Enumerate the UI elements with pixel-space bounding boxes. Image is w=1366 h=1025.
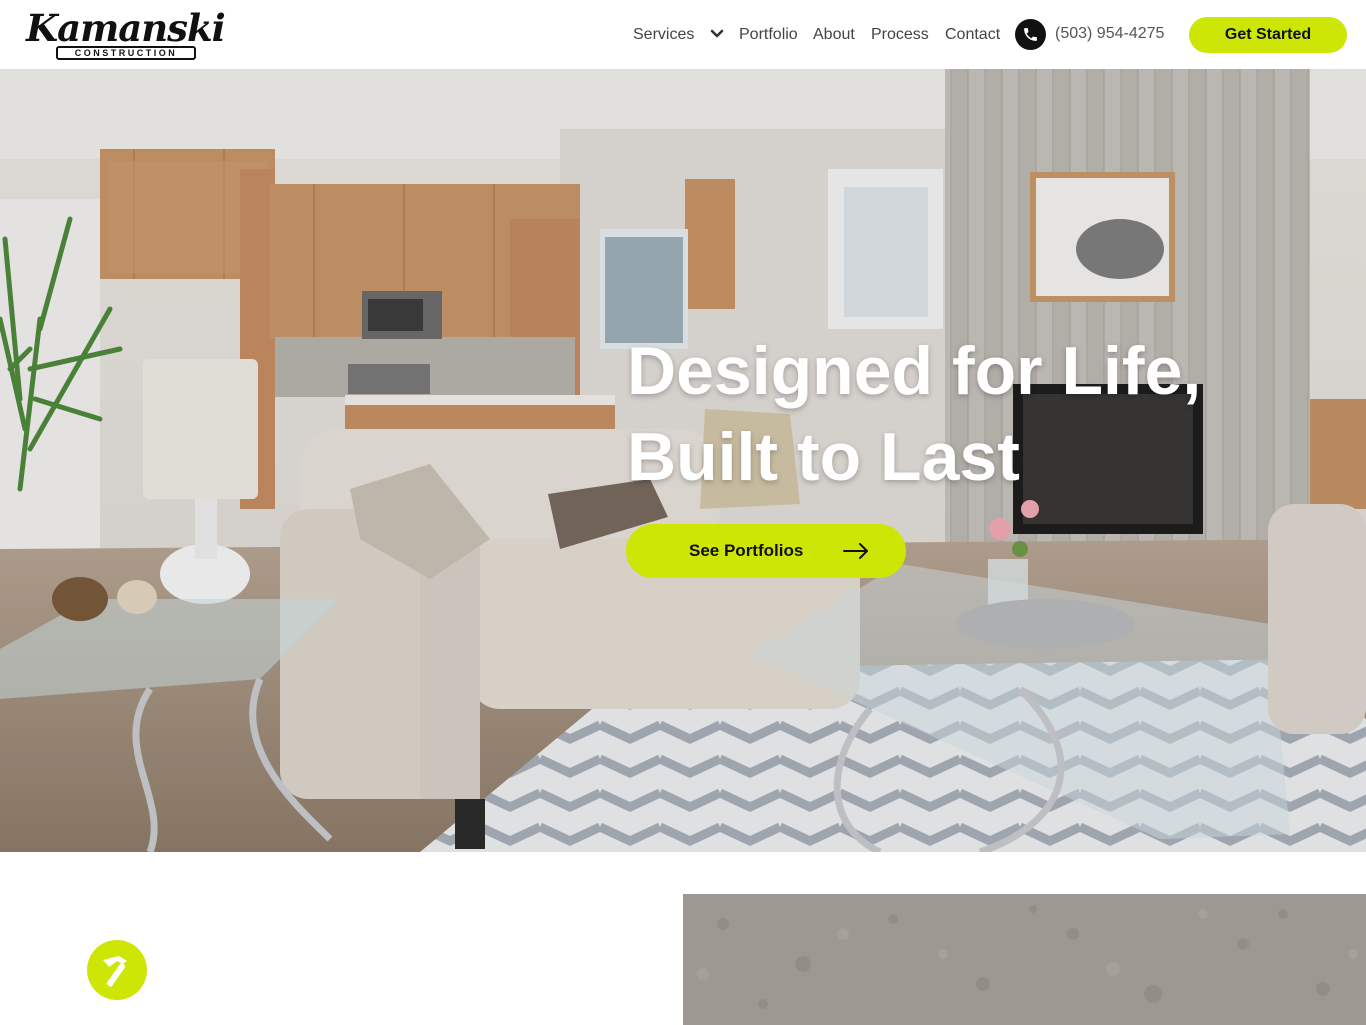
section-wall-image (683, 894, 1366, 1025)
nav-process-label: Process (871, 26, 929, 43)
hammer-icon (103, 956, 127, 987)
nav-item-portfolio[interactable]: Portfolio (739, 24, 798, 46)
chevron-down-icon[interactable] (710, 28, 724, 40)
logo[interactable]: Kamanski CONSTRUCTION (26, 8, 226, 62)
arrow-right-icon (843, 543, 868, 559)
nav-item-about[interactable]: About (813, 24, 855, 46)
site-header: Kamanski CONSTRUCTION Services Portfolio… (0, 0, 1366, 69)
see-portfolios-button[interactable]: See Portfolios (626, 524, 906, 578)
nav-about-label: About (813, 26, 855, 43)
nav-item-process[interactable]: Process (871, 24, 929, 46)
nav-item-services[interactable]: Services (633, 24, 694, 46)
wall-texture-image (683, 894, 1366, 1025)
logo-subtitle: CONSTRUCTION (56, 46, 196, 60)
logo-script-text: Kamanski (26, 6, 226, 50)
phone-number-link[interactable]: (503) 954-4275 (1055, 24, 1164, 44)
nav-item-contact[interactable]: Contact (945, 24, 1000, 46)
hero-headline-line1: Designed for Life, (627, 333, 1202, 409)
see-portfolios-label: See Portfolios (689, 541, 804, 560)
nav-contact-label: Contact (945, 26, 1001, 43)
hero-headline-line2: Built to Last (627, 419, 1020, 495)
nav-services-label: Services (633, 26, 695, 43)
get-started-button[interactable]: Get Started (1189, 17, 1347, 53)
phone-icon[interactable] (1015, 19, 1046, 50)
hammer-badge (87, 940, 147, 1000)
nav-portfolio-label: Portfolio (739, 26, 798, 43)
hero-section: Designed for Life, Built to Last See Por… (0, 69, 1366, 852)
hero-headline: Designed for Life, Built to Last (627, 328, 1307, 500)
